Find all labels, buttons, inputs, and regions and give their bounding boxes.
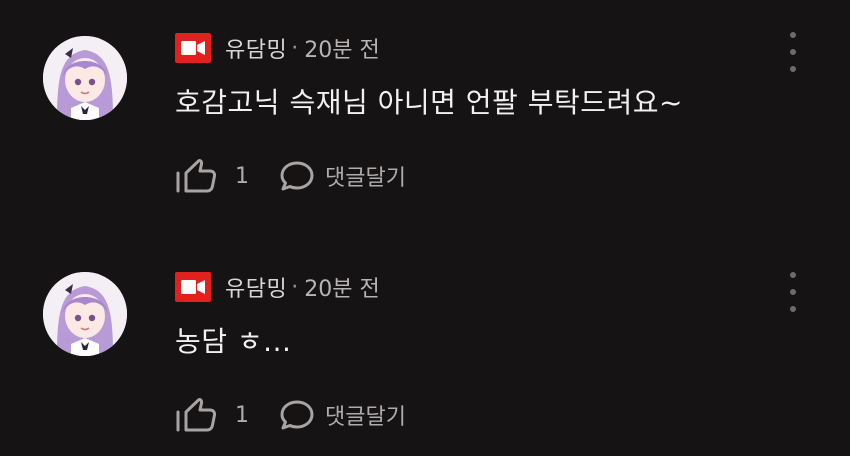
- meta-separator: ·: [291, 274, 299, 300]
- avatar[interactable]: [43, 272, 127, 356]
- more-options-icon[interactable]: [786, 32, 800, 72]
- thumbs-up-icon[interactable]: [175, 398, 217, 432]
- comment-text: 호감고닉 슥재님 아니면 언팔 부탁드려요~: [175, 86, 683, 119]
- timestamp: 20분 전: [304, 277, 380, 302]
- video-badge-icon: [175, 33, 211, 63]
- comment-item: 유담밍 · 20분 전 농담 ㅎ... 1 댓글달기: [0, 236, 850, 456]
- avatar-image: [43, 272, 127, 356]
- reply-button[interactable]: 댓글달기: [325, 399, 406, 431]
- comment-actions: 1 댓글달기: [175, 395, 406, 435]
- comment-text: 농담 ㅎ...: [175, 325, 292, 358]
- video-badge-icon: [175, 272, 211, 302]
- timestamp: 20분 전: [304, 38, 380, 63]
- comment-header: 유담밍 · 20분 전: [175, 272, 380, 302]
- like-count: 1: [235, 163, 249, 189]
- chat-bubble-icon[interactable]: [279, 399, 315, 431]
- meta-separator: ·: [291, 35, 299, 61]
- chat-bubble-icon[interactable]: [279, 160, 315, 192]
- more-options-icon[interactable]: [786, 272, 800, 312]
- comment-item: 유담밍 · 20분 전 호감고닉 슥재님 아니면 언팔 부탁드려요~ 1 댓글달…: [0, 0, 850, 220]
- avatar[interactable]: [43, 36, 127, 120]
- avatar-image: [43, 36, 127, 120]
- comment-header: 유담밍 · 20분 전: [175, 33, 380, 63]
- reply-button[interactable]: 댓글달기: [325, 160, 406, 192]
- thumbs-up-icon[interactable]: [175, 159, 217, 193]
- comment-actions: 1 댓글달기: [175, 156, 406, 196]
- author-name[interactable]: 유담밍: [225, 32, 287, 64]
- like-count: 1: [235, 402, 249, 428]
- author-name[interactable]: 유담밍: [225, 271, 287, 303]
